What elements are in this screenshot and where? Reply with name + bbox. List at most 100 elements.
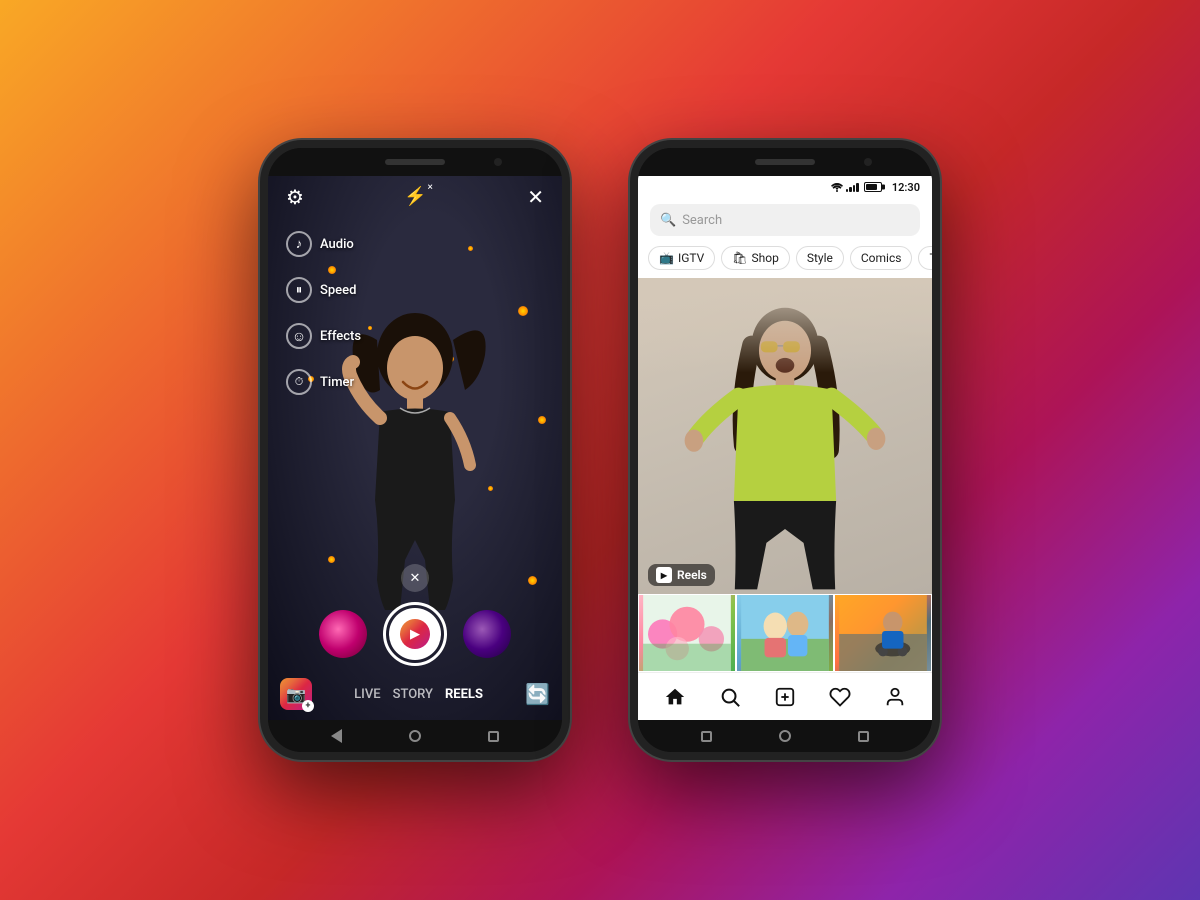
audio-icon: ♪	[286, 231, 312, 257]
flash-off-icon: ×	[427, 182, 432, 193]
reels-camera-screen: ⚙ ⚡ × ✕ ♪ Audio ⏸ Speed ☺ E	[268, 176, 562, 720]
tv-movies-tab[interactable]: TV & Movies	[918, 246, 932, 270]
recents-button-right[interactable]	[701, 731, 712, 742]
thumbnail-skate[interactable]	[834, 594, 932, 672]
camera-shutter-row: ▶	[268, 602, 562, 666]
heart-nav-icon[interactable]	[822, 679, 858, 715]
flip-camera-icon[interactable]: 🔄	[525, 682, 550, 706]
effects-menu-item[interactable]: ☺ Effects	[286, 323, 361, 349]
back-button[interactable]	[331, 729, 342, 743]
profile-icon	[884, 686, 906, 708]
video-bg	[638, 278, 932, 594]
sparkle-3	[518, 306, 528, 316]
comics-tab[interactable]: Comics	[850, 246, 913, 270]
sparkle-2	[468, 246, 473, 251]
status-time: 12:30	[892, 181, 920, 194]
thumbnail-flowers[interactable]	[638, 594, 736, 672]
profile-nav-icon[interactable]	[877, 679, 913, 715]
recents-button[interactable]	[488, 731, 499, 742]
bottom-navigation	[638, 672, 932, 720]
mode-reels[interactable]: REELS	[445, 687, 483, 702]
home-icon	[664, 686, 686, 708]
tv-movies-label: TV & Movies	[929, 251, 932, 265]
speed-menu-item[interactable]: ⏸ Speed	[286, 277, 361, 303]
reels-text: Reels	[677, 568, 707, 582]
wifi-icon	[831, 182, 843, 192]
explore-screen: 12:30 🔍 Search 📺 IGTV 🛍 Shop	[638, 176, 932, 720]
search-nav-icon[interactable]	[712, 679, 748, 715]
audio-label: Audio	[320, 237, 354, 252]
speed-label: Speed	[320, 283, 356, 298]
shop-tab[interactable]: 🛍 Shop	[721, 246, 790, 270]
add-nav-icon[interactable]	[767, 679, 803, 715]
speaker-right	[755, 159, 815, 165]
status-icons	[831, 182, 882, 192]
mode-story[interactable]: STORY	[393, 687, 433, 702]
battery-icon	[864, 182, 882, 192]
timer-menu-item[interactable]: ⏱ Timer	[286, 369, 361, 395]
igtv-label: IGTV	[678, 251, 704, 265]
main-video-area: Reels	[638, 278, 932, 594]
signal-icon	[846, 182, 859, 192]
add-icon	[774, 686, 796, 708]
battery-nub	[882, 185, 885, 190]
search-input[interactable]: 🔍 Search	[650, 204, 920, 236]
filter-pink[interactable]	[319, 610, 367, 658]
home-button[interactable]	[409, 730, 421, 742]
search-area: 🔍 Search	[638, 198, 932, 242]
igtv-tab[interactable]: 📺 IGTV	[648, 246, 715, 270]
right-phone: 12:30 🔍 Search 📺 IGTV 🛍 Shop	[630, 140, 940, 760]
search-icon: 🔍	[660, 213, 676, 228]
audio-menu-item[interactable]: ♪ Audio	[286, 231, 361, 257]
reels-badge: Reels	[648, 564, 715, 586]
left-phone-top-bar	[268, 148, 562, 176]
mode-live[interactable]: LIVE	[354, 687, 380, 702]
shop-icon: 🛍	[732, 251, 747, 265]
left-phone-screen: ⚙ ⚡ × ✕ ♪ Audio ⏸ Speed ☺ E	[268, 176, 562, 720]
shop-label: Shop	[752, 251, 779, 265]
instagram-logo-small[interactable]: 📷 +	[280, 678, 312, 710]
heart-icon	[829, 686, 851, 708]
home-button-right[interactable]	[779, 730, 791, 742]
flash-control[interactable]: ⚡ ×	[404, 186, 426, 207]
right-phone-bottom-bar	[638, 720, 932, 752]
front-camera-right	[864, 158, 872, 166]
reels-play-icon	[656, 567, 672, 583]
green-person-svg	[675, 278, 895, 594]
timer-icon: ⏱	[286, 369, 312, 395]
igtv-icon: 📺	[659, 251, 674, 265]
right-phone-screen: 12:30 🔍 Search 📺 IGTV 🛍 Shop	[638, 176, 932, 720]
mode-selection-row: 📷 + LIVE STORY REELS 🔄	[268, 678, 562, 710]
speaker	[385, 159, 445, 165]
shutter-button[interactable]: ▶	[383, 602, 447, 666]
comics-label: Comics	[861, 251, 902, 265]
timer-label: Timer	[320, 375, 354, 390]
flash-icon: ⚡	[404, 186, 426, 207]
left-phone: ⚙ ⚡ × ✕ ♪ Audio ⏸ Speed ☺ E	[260, 140, 570, 760]
effects-label: Effects	[320, 329, 361, 344]
style-tab[interactable]: Style	[796, 246, 844, 270]
camera-bottom-controls: ✕ ▶ 📷 + LI	[268, 564, 562, 710]
close-camera-icon[interactable]: ✕	[527, 187, 544, 207]
shutter-inner: ▶	[389, 608, 441, 660]
effects-icon: ☺	[286, 323, 312, 349]
home-nav-icon[interactable]	[657, 679, 693, 715]
camera-top-controls: ⚙ ⚡ × ✕	[268, 186, 562, 207]
thumbnail-couple[interactable]	[736, 594, 834, 672]
search-placeholder-text: Search	[682, 213, 722, 228]
category-tabs: 📺 IGTV 🛍 Shop Style Comics TV & Movies	[638, 242, 932, 278]
battery-fill	[866, 184, 877, 190]
left-phone-bottom-bar	[268, 720, 562, 752]
dismiss-icon[interactable]: ✕	[401, 564, 429, 592]
style-label: Style	[807, 251, 833, 265]
back-button-right[interactable]	[858, 731, 869, 742]
right-phone-top-bar	[638, 148, 932, 176]
settings-icon[interactable]: ⚙	[286, 187, 304, 207]
search-nav-svg	[719, 686, 741, 708]
front-camera	[494, 158, 502, 166]
reels-shutter-icon: ▶	[400, 619, 430, 649]
mode-tabs: LIVE STORY REELS	[354, 687, 483, 702]
camera-side-menu: ♪ Audio ⏸ Speed ☺ Effects ⏱ Timer	[286, 231, 361, 395]
sparkle-5	[538, 416, 546, 424]
filter-purple[interactable]	[463, 610, 511, 658]
